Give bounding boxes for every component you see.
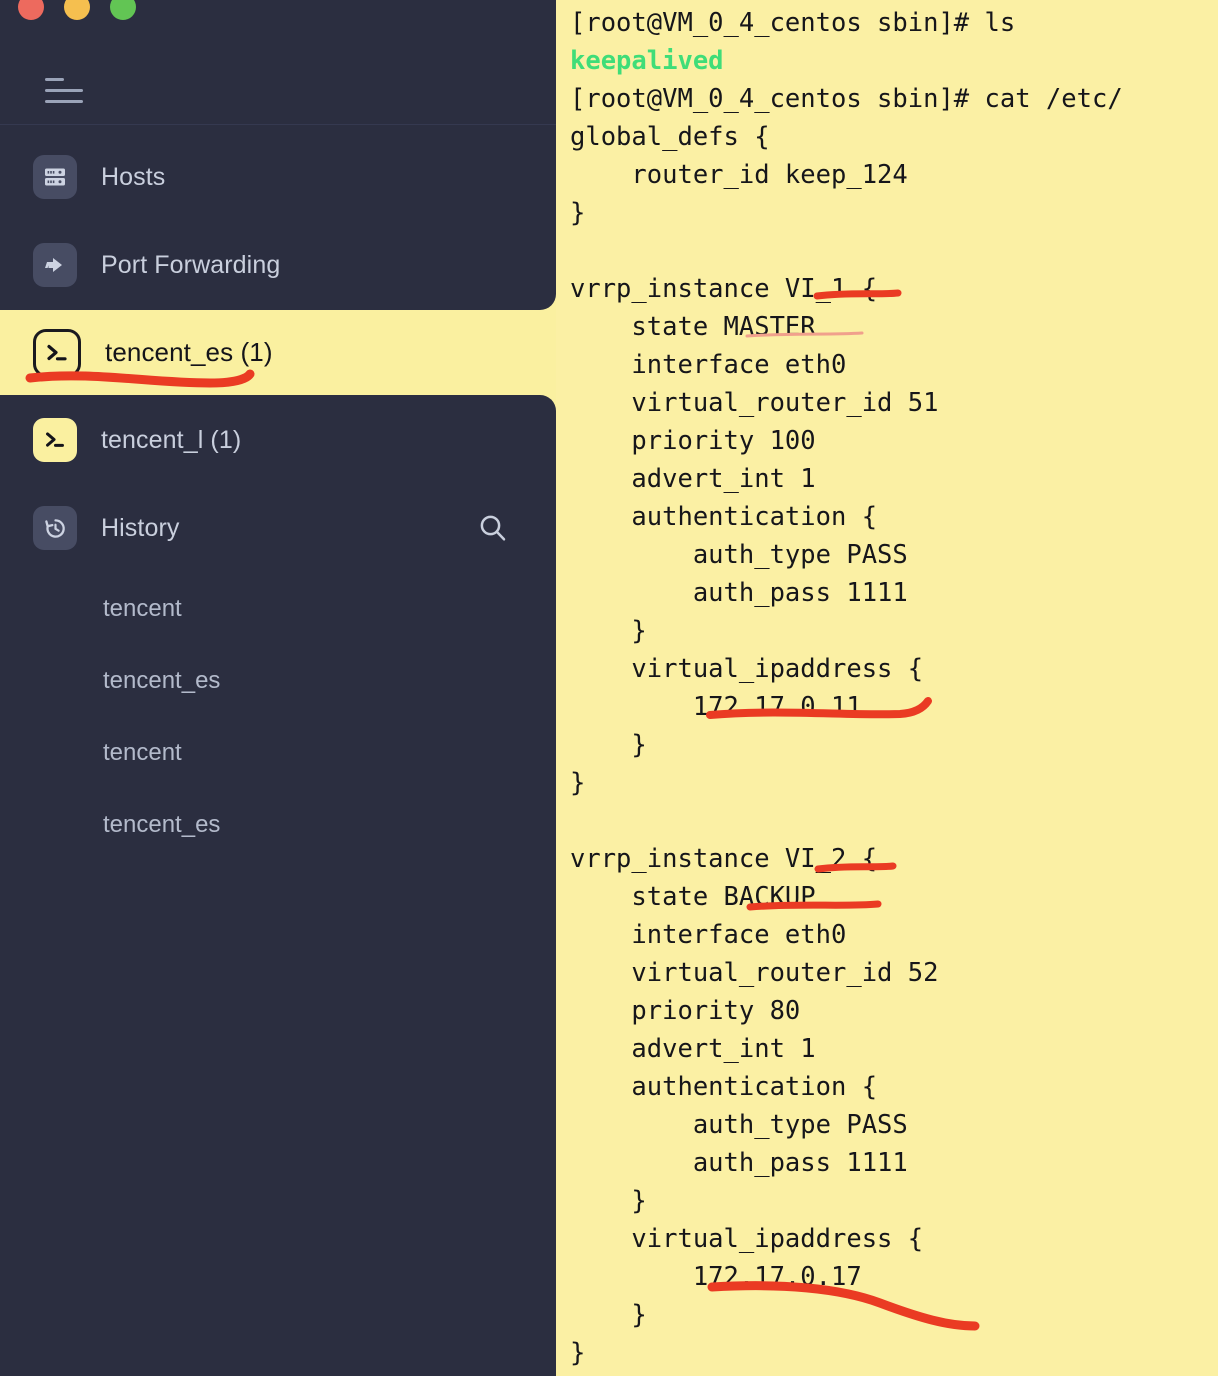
list-item[interactable]: tencent_es	[0, 659, 556, 703]
terminal-line: state BACKUP	[570, 882, 816, 912]
sidebar-bottom-panel: tencent_l (1) History tencent tencent_es…	[0, 395, 556, 1376]
search-icon[interactable]	[476, 511, 510, 545]
terminal-line: }	[570, 1300, 647, 1330]
terminal-line: [root@VM_0_4_centos sbin]# cat /etc/	[570, 84, 1123, 114]
terminal-line: }	[570, 730, 647, 760]
terminal-line: interface eth0	[570, 350, 847, 380]
forward-arrow-icon	[33, 243, 77, 287]
terminal-line: priority 100	[570, 426, 816, 456]
terminal-line: [root@VM_0_4_centos sbin]# /home/ji	[570, 1372, 1218, 1376]
terminal-line: auth_pass 1111	[570, 578, 908, 608]
terminal-line: global_defs {	[570, 122, 770, 152]
terminal-line: authentication {	[570, 1072, 878, 1102]
terminal-line: authentication {	[570, 502, 878, 532]
sidebar-item-label: tencent_l (1)	[101, 425, 242, 454]
terminal-line: 172.17.0.17	[570, 1262, 862, 1292]
terminal-line: [root@VM_0_4_centos sbin]# ls	[570, 8, 1016, 38]
list-item[interactable]: tencent	[0, 587, 556, 631]
history-item-label: tencent_es	[103, 667, 221, 694]
terminal-prompt-icon	[33, 328, 81, 377]
sidebar-item-hosts[interactable]: Hosts	[0, 142, 556, 212]
sidebar-item-tencent-l[interactable]: tencent_l (1)	[0, 405, 556, 475]
history-clock-icon	[33, 506, 77, 550]
hamburger-line	[45, 100, 83, 103]
sidebar-item-label: Hosts	[101, 162, 166, 191]
sidebar-item-label: tencent_es (1)	[105, 337, 273, 367]
terminal-line: router_id keep_124	[570, 160, 908, 190]
sidebar-top-panel: Hosts Port Forwarding	[0, 0, 556, 310]
terminal-line: virtual_ipaddress {	[570, 1224, 924, 1254]
terminal-line: }	[570, 198, 586, 228]
close-button[interactable]	[18, 0, 44, 20]
minimize-button[interactable]	[64, 0, 90, 20]
terminal-line: advert_int 1	[570, 464, 816, 494]
history-item-label: tencent	[103, 739, 182, 766]
terminal-output-pane[interactable]: [root@VM_0_4_centos sbin]# ls keepalived […	[556, 0, 1218, 1376]
sidebar-item-tencent-es[interactable]: tencent_es (1)	[0, 310, 556, 395]
hamburger-line	[45, 89, 83, 92]
terminal-line: interface eth0	[570, 920, 847, 950]
terminal-line: advert_int 1	[570, 1034, 816, 1064]
window-titlebar	[0, 0, 556, 125]
terminal-line: virtual_router_id 52	[570, 958, 939, 988]
terminal-line: auth_type PASS	[570, 540, 908, 570]
terminal-line: vrrp_instance VI_2 {	[570, 844, 878, 874]
history-item-label: tencent_es	[103, 811, 221, 838]
terminal-line: }	[570, 1186, 647, 1216]
app-window: [root@VM_0_4_centos sbin]# ls keepalived […	[0, 0, 1218, 1376]
sidebar-item-label: History	[101, 513, 180, 542]
terminal-line: auth_pass 1111	[570, 1148, 908, 1178]
terminal-prompt-icon	[33, 418, 77, 462]
terminal-line: auth_type PASS	[570, 1110, 908, 1140]
sidebar-item-label: Port Forwarding	[101, 250, 281, 279]
hamburger-icon[interactable]	[45, 78, 83, 108]
list-item[interactable]: tencent_es	[0, 803, 556, 847]
terminal-line: state MASTER	[570, 312, 816, 342]
sidebar: Hosts Port Forwarding tencent_es (1) ten…	[0, 0, 556, 1376]
terminal-line: }	[570, 1338, 586, 1368]
hamburger-line	[45, 78, 64, 81]
sidebar-item-port-forwarding[interactable]: Port Forwarding	[0, 230, 556, 300]
list-item[interactable]: tencent	[0, 731, 556, 775]
sidebar-item-history[interactable]: History	[0, 493, 556, 563]
terminal-line: priority 80	[570, 996, 801, 1026]
terminal-line: vrrp_instance VI_1 {	[570, 274, 878, 304]
terminal-line: 172.17.0.11	[570, 692, 862, 722]
terminal-line: keepalived	[570, 46, 724, 76]
maximize-button[interactable]	[110, 0, 136, 20]
terminal-line: virtual_ipaddress {	[570, 654, 924, 684]
server-icon	[33, 155, 77, 199]
window-traffic-lights[interactable]	[18, 0, 136, 20]
terminal-line: }	[570, 616, 647, 646]
terminal-line: }	[570, 768, 586, 798]
terminal-line: virtual_router_id 51	[570, 388, 939, 418]
history-item-label: tencent	[103, 595, 182, 622]
